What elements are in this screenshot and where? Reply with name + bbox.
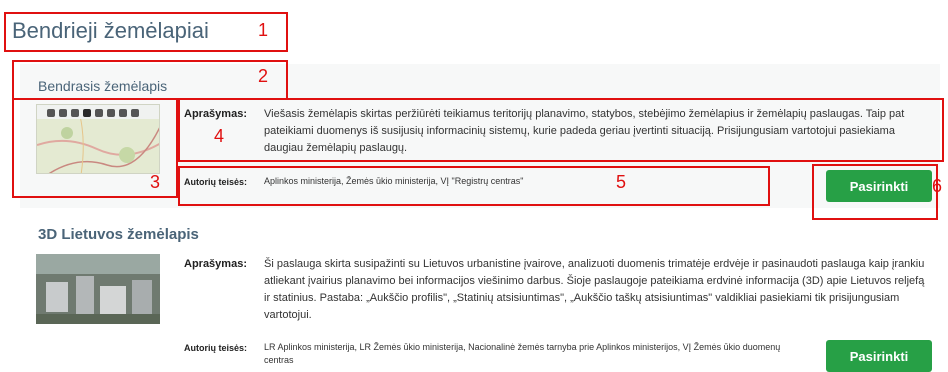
annotation-box-6 <box>812 164 938 220</box>
annotation-number: 4 <box>214 126 225 146</box>
annotation-box-2 <box>12 60 288 100</box>
3d-preview-image <box>36 254 160 324</box>
annotation-number: 3 <box>150 172 161 192</box>
service-card-3d-map: 3D Lietuvos žemėlapis Aprašymas: Ši pasl… <box>20 214 940 372</box>
annotation-number: 5 <box>616 172 627 192</box>
3d-thumbnail[interactable] <box>36 254 160 324</box>
annotation-number: 1 <box>258 20 269 40</box>
select-button[interactable]: Pasirinkti <box>826 340 932 372</box>
rights-text: LR Aplinkos ministerija, LR Žemės ūkio m… <box>264 342 781 365</box>
annotation-number: 2 <box>258 66 269 86</box>
service-title[interactable]: 3D Lietuvos žemėlapis <box>38 226 199 243</box>
annotation-number: 6 <box>932 176 943 196</box>
rights-label: Autorių teisės: <box>184 343 248 353</box>
description-label: Aprašymas: <box>184 258 247 270</box>
annotation-box-4 <box>178 98 944 162</box>
annotation-box-1 <box>4 12 288 52</box>
annotation-box-5 <box>178 166 770 206</box>
description-text: Ši paslauga skirta susipažinti su Lietuv… <box>264 258 925 321</box>
